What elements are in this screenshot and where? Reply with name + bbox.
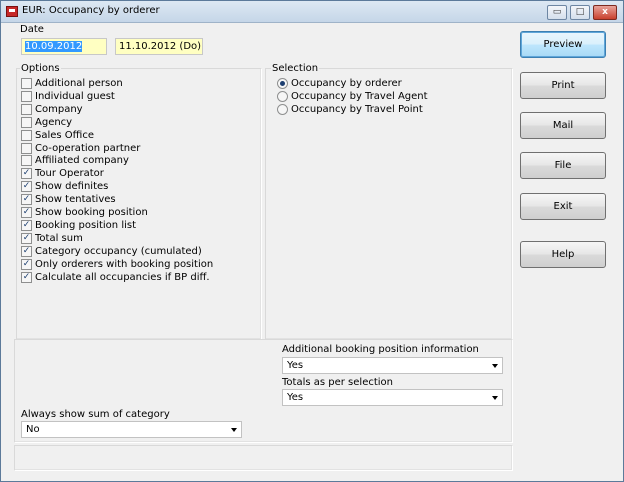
maximize-button[interactable]: □ [570, 5, 590, 20]
date-from-field[interactable]: 10.09.2012 [21, 38, 107, 55]
option-label: Show tentatives [35, 194, 116, 206]
window-title: EUR: Occupancy by orderer [22, 5, 160, 16]
option-label: Additional person [35, 78, 123, 89]
option-label: Category occupancy (cumulated) [35, 245, 202, 257]
checkbox-unchecked-icon[interactable] [21, 116, 32, 128]
checkbox-checked-icon[interactable]: ✓ [21, 232, 32, 244]
option-label: Booking position list [35, 219, 137, 231]
option-checkbox[interactable]: ✓ Booking position list [21, 219, 136, 232]
totals-label: Totals as per selection [282, 377, 393, 388]
option-label: Only orderers with booking position [35, 258, 214, 270]
app-icon [6, 6, 18, 17]
checkbox-checked-icon[interactable]: ✓ [21, 168, 32, 180]
radio-selected-icon[interactable] [277, 78, 288, 89]
option-label: Co-operation partner [35, 142, 141, 154]
file-button[interactable]: File [520, 152, 606, 179]
option-checkbox[interactable]: Affiliated company [21, 154, 129, 167]
option-checkbox[interactable]: ✓ Calculate all occupancies if BP diff. [21, 271, 210, 284]
radio-unselected-icon[interactable] [277, 104, 288, 115]
selection-radio[interactable]: Occupancy by orderer [277, 77, 402, 90]
checkbox-unchecked-icon[interactable] [21, 129, 32, 141]
additional-info-value: Yes [287, 360, 304, 371]
option-checkbox[interactable]: ✓ Show definites [21, 180, 108, 193]
option-checkbox[interactable]: ✓ Tour Operator [21, 167, 104, 180]
preview-button[interactable]: Preview [520, 31, 606, 58]
option-checkbox[interactable]: Agency [21, 116, 72, 129]
option-checkbox[interactable]: ✓ Only orderers with booking position [21, 258, 213, 271]
option-label: Company [35, 103, 83, 115]
totals-value: Yes [287, 392, 304, 403]
close-button[interactable]: x [593, 5, 617, 20]
selection-radio[interactable]: Occupancy by Travel Agent [277, 90, 428, 103]
option-label: Affiliated company [35, 155, 129, 167]
selection-radio[interactable]: Occupancy by Travel Point [277, 103, 423, 116]
sum-category-value: No [26, 424, 40, 435]
exit-button[interactable]: Exit [520, 193, 606, 220]
option-checkbox[interactable]: ✓ Total sum [21, 232, 83, 245]
checkbox-checked-icon[interactable]: ✓ [21, 207, 32, 218]
mail-button[interactable]: Mail [520, 112, 606, 139]
sum-category-label: Always show sum of category [21, 409, 170, 420]
option-label: Total sum [35, 232, 83, 244]
option-label: Sales Office [35, 129, 94, 141]
date-to-field[interactable]: 11.10.2012 (Do) [115, 38, 203, 55]
checkbox-checked-icon[interactable]: ✓ [21, 245, 32, 257]
selection-option-label: Occupancy by Travel Agent [291, 91, 428, 102]
checkbox-checked-icon[interactable]: ✓ [21, 194, 32, 206]
option-checkbox[interactable]: Co-operation partner [21, 142, 140, 155]
sum-category-select[interactable]: No [21, 421, 242, 438]
additional-info-label: Additional booking position information [282, 344, 479, 355]
checkbox-unchecked-icon[interactable] [21, 155, 32, 167]
selection-label: Selection [271, 63, 320, 74]
option-checkbox[interactable]: Sales Office [21, 129, 94, 142]
help-button[interactable]: Help [520, 241, 606, 268]
status-frame [14, 445, 513, 471]
option-label: Agency [35, 116, 73, 128]
option-checkbox[interactable]: Company [21, 103, 83, 116]
chevron-down-icon [492, 396, 498, 400]
date-from-value: 10.09.2012 [25, 41, 83, 52]
option-label: Show definites [35, 181, 109, 193]
minimize-button[interactable]: ▭ [547, 5, 567, 20]
option-label: Calculate all occupancies if BP diff. [35, 271, 210, 283]
option-checkbox[interactable]: ✓ Show booking position [21, 206, 148, 219]
option-checkbox[interactable]: ✓ Show tentatives [21, 193, 116, 206]
checkbox-unchecked-icon[interactable] [21, 103, 32, 115]
totals-select[interactable]: Yes [282, 389, 503, 406]
date-to-value: 11.10.2012 (Do) [119, 41, 202, 52]
date-label: Date [20, 24, 44, 35]
radio-unselected-icon[interactable] [277, 91, 288, 102]
options-label: Options [20, 63, 61, 74]
selection-option-label: Occupancy by Travel Point [291, 104, 423, 115]
chevron-down-icon [231, 428, 237, 432]
title-bar[interactable]: EUR: Occupancy by orderer ▭ □ x [1, 1, 623, 23]
checkbox-checked-icon[interactable]: ✓ [21, 219, 32, 231]
checkbox-checked-icon[interactable]: ✓ [21, 181, 32, 193]
checkbox-unchecked-icon[interactable] [21, 90, 32, 102]
option-label: Show booking position [35, 207, 148, 218]
additional-info-select[interactable]: Yes [282, 357, 503, 374]
dialog-window: EUR: Occupancy by orderer ▭ □ x Date 10.… [0, 0, 624, 482]
checkbox-checked-icon[interactable]: ✓ [21, 258, 32, 270]
option-checkbox[interactable]: ✓ Category occupancy (cumulated) [21, 245, 202, 258]
checkbox-unchecked-icon[interactable] [21, 78, 32, 89]
selection-option-label: Occupancy by orderer [291, 78, 402, 89]
checkbox-checked-icon[interactable]: ✓ [21, 271, 32, 283]
option-label: Tour Operator [35, 168, 104, 180]
checkbox-unchecked-icon[interactable] [21, 142, 32, 154]
option-checkbox[interactable]: Additional person [21, 77, 123, 90]
print-button[interactable]: Print [520, 72, 606, 99]
chevron-down-icon [492, 364, 498, 368]
option-label: Individual guest [35, 90, 115, 102]
option-checkbox[interactable]: Individual guest [21, 90, 115, 103]
